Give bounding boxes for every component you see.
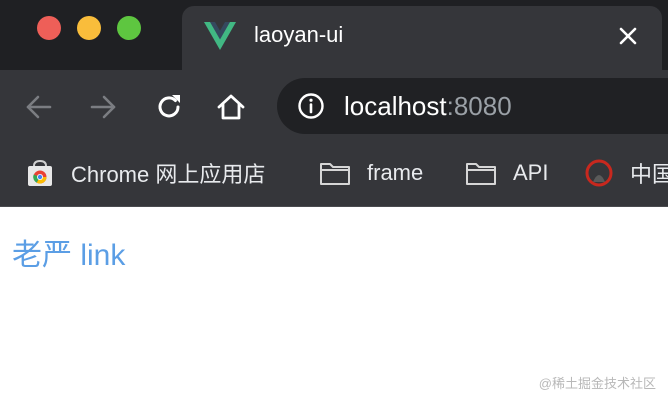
bookmark-folder-api[interactable]: API	[465, 156, 548, 190]
bookmark-label: Chrome 网上应用店	[71, 162, 266, 187]
minimize-window-button[interactable]	[77, 16, 101, 40]
close-window-button[interactable]	[37, 16, 61, 40]
reload-button[interactable]	[152, 90, 186, 124]
maximize-window-button[interactable]	[117, 16, 141, 40]
chrome-webstore-icon	[28, 159, 52, 186]
bookmark-chrome-webstore[interactable]: Chrome 网上应用店	[25, 156, 265, 190]
folder-icon	[466, 163, 496, 185]
watermark: @稀土掘金技术社区	[538, 376, 656, 391]
url-text[interactable]: localhost:8080	[344, 91, 512, 122]
bookmark-label: API	[513, 160, 549, 185]
info-icon[interactable]	[297, 92, 325, 120]
bookmarks-bar: Chrome 网上应用店 frame API 中国	[0, 144, 668, 207]
vue-logo-icon	[204, 22, 236, 50]
home-icon	[217, 94, 245, 120]
address-bar[interactable]: localhost:8080	[277, 78, 668, 134]
tab-laoyan-ui[interactable]: laoyan-ui	[182, 6, 662, 70]
arrow-left-icon	[26, 95, 52, 119]
home-button[interactable]	[214, 90, 248, 124]
tab-title: laoyan-ui	[254, 22, 344, 47]
url-port: :8080	[446, 91, 512, 121]
url-host: localhost	[344, 91, 447, 121]
bookmark-label: frame	[367, 160, 424, 185]
bookmark-label: 中国	[630, 162, 668, 187]
back-button[interactable]	[22, 90, 56, 124]
page-content: 老严 link @稀土掘金技术社区	[0, 208, 668, 404]
forward-button[interactable]	[86, 90, 120, 124]
browser-toolbar: localhost:8080	[0, 70, 668, 144]
bookmark-folder-frame[interactable]: frame	[319, 156, 423, 190]
arrow-right-icon	[90, 95, 116, 119]
tab-strip: laoyan-ui	[0, 0, 668, 70]
laoyan-link[interactable]: 老严 link	[12, 230, 125, 274]
reload-icon	[158, 95, 180, 118]
folder-icon	[320, 163, 350, 185]
bookmark-zhongguo[interactable]: 中国	[584, 156, 668, 190]
close-tab-icon[interactable]	[616, 24, 640, 48]
site-favicon-icon	[585, 159, 613, 187]
